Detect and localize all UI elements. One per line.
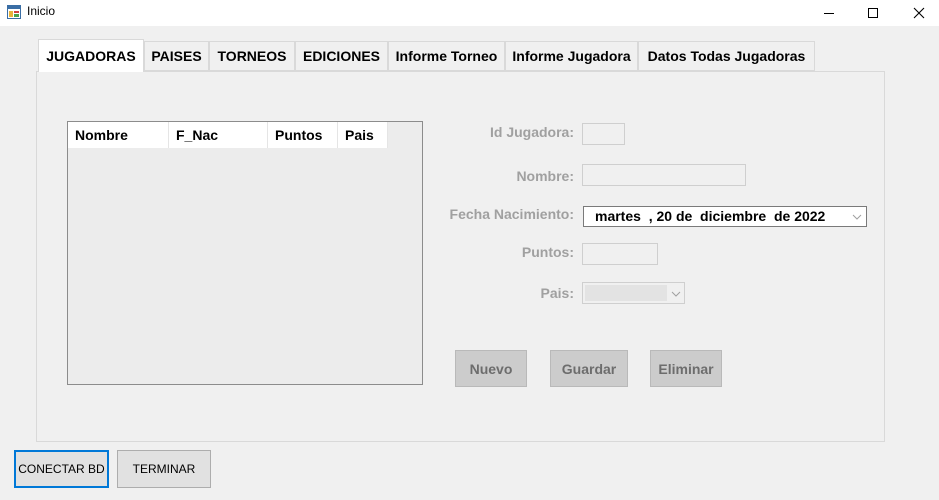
id-jugadora-field[interactable] — [582, 123, 625, 145]
column-header-puntos[interactable]: Puntos — [268, 122, 338, 148]
id-jugadora-label: Id Jugadora: — [489, 124, 574, 140]
title-bar: Inicio — [0, 0, 939, 26]
eliminar-button[interactable]: Eliminar — [650, 350, 722, 387]
puntos-label: Puntos: — [521, 244, 574, 260]
fecha-nacimiento-value: martes , 20 de diciembre de 2022 — [595, 208, 826, 224]
minimize-button[interactable] — [806, 0, 852, 26]
nuevo-button[interactable]: Nuevo — [455, 350, 527, 387]
chevron-down-icon — [671, 291, 681, 297]
fecha-nacimiento-label: Fecha Nacimiento: — [449, 206, 574, 222]
puntos-field[interactable] — [582, 243, 658, 265]
nombre-field[interactable] — [582, 164, 746, 186]
chevron-down-icon — [852, 214, 862, 220]
conectar-bd-button[interactable]: CONECTAR BD — [14, 450, 109, 488]
fecha-nacimiento-datepicker[interactable]: martes , 20 de diciembre de 2022 — [583, 206, 867, 227]
pais-selected-value — [585, 285, 667, 301]
tab-jugadoras[interactable]: JUGADORAS — [38, 39, 144, 72]
windows-form-icon — [7, 5, 21, 19]
tab-informe-torneo[interactable]: Informe Torneo — [388, 41, 505, 71]
tab-datos-todas-jugadoras[interactable]: Datos Todas Jugadoras — [638, 41, 815, 71]
pais-label: Pais: — [540, 285, 574, 301]
minimize-icon — [824, 13, 834, 14]
tab-paises[interactable]: PAISES — [144, 41, 209, 71]
grid-header: Nombre F_Nac Puntos Pais — [68, 122, 388, 148]
close-icon — [913, 7, 925, 19]
column-header-pais[interactable]: Pais — [338, 122, 388, 148]
jugadoras-grid[interactable]: Nombre F_Nac Puntos Pais — [67, 121, 423, 385]
column-header-nombre[interactable]: Nombre — [68, 122, 169, 148]
tab-torneos[interactable]: TORNEOS — [209, 41, 295, 71]
window-title: Inicio — [27, 4, 56, 18]
terminar-button[interactable]: TERMINAR — [117, 450, 211, 488]
nombre-label: Nombre: — [516, 168, 574, 184]
maximize-icon — [868, 8, 878, 18]
maximize-button[interactable] — [850, 0, 896, 26]
column-header-f-nac[interactable]: F_Nac — [169, 122, 268, 148]
tab-informe-jugadora[interactable]: Informe Jugadora — [505, 41, 638, 71]
pais-combobox[interactable] — [582, 282, 685, 304]
guardar-button[interactable]: Guardar — [550, 350, 628, 387]
tab-ediciones[interactable]: EDICIONES — [295, 41, 388, 71]
close-button[interactable] — [896, 0, 939, 26]
